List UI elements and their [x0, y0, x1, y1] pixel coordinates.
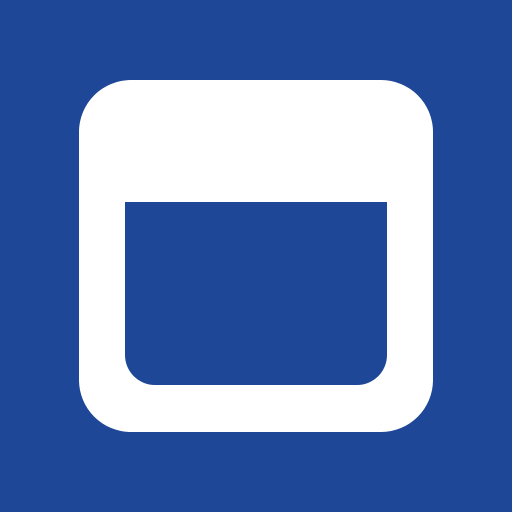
app-icon-canvas — [0, 0, 512, 512]
browser-window-icon — [0, 0, 512, 512]
icon-background — [0, 0, 512, 512]
